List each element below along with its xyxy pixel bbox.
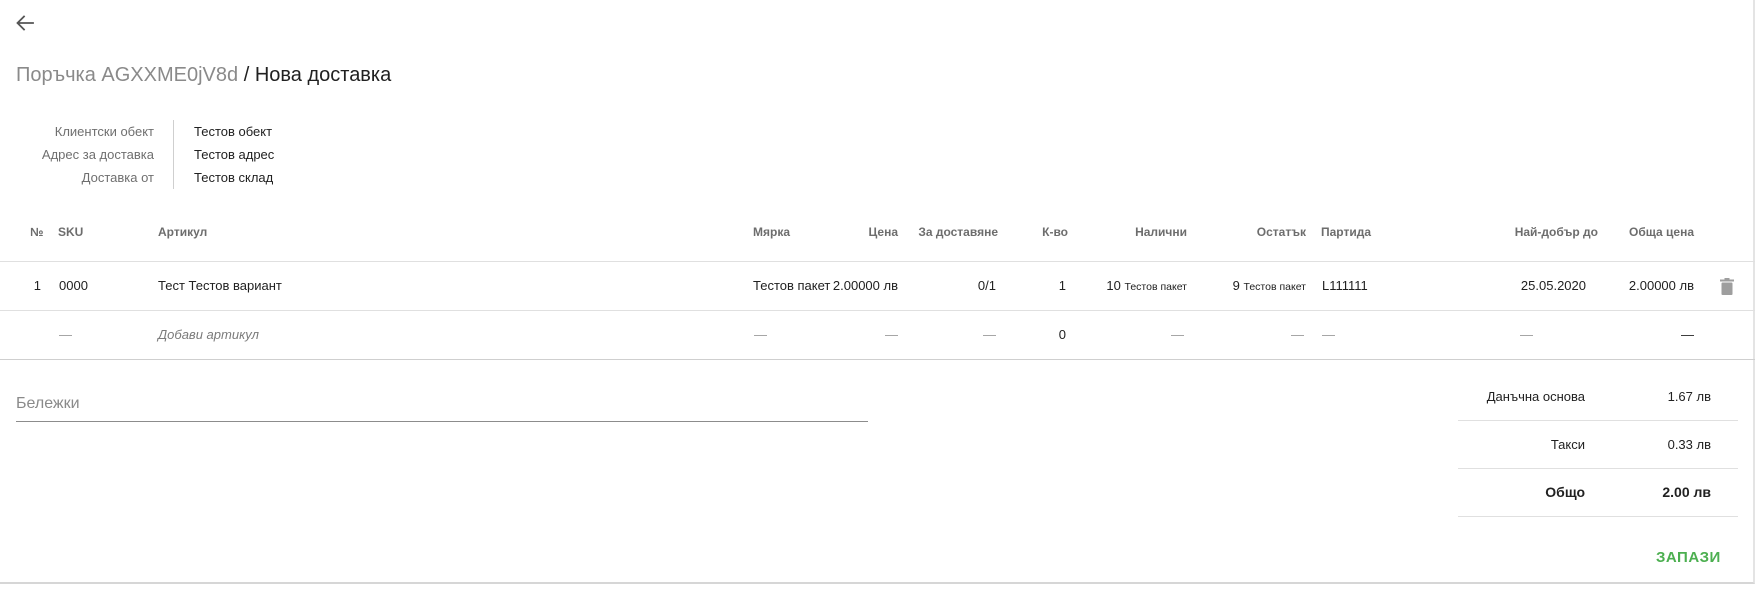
arrow-left-icon [16,15,34,31]
add-row-sku: — [59,327,72,342]
save-button[interactable]: ЗАПАЗИ [1656,549,1721,566]
remaining-number: 9 [1232,278,1240,293]
info-label: Доставка от [81,170,154,185]
add-row-price: — [885,327,898,342]
total-value: 2.00 лв [1662,484,1711,500]
add-article-row[interactable]: — Добави артикул — — — 0 — — — — — [0,311,1755,360]
col-header-available: Налични [1135,225,1187,239]
row-to-deliver: 0/1 [977,278,996,293]
row-available: 10 Тестов пакет [1080,262,1187,311]
row-total-price: 2.00000 лв [1628,278,1694,293]
page-title: Поръчка AGXXME0jV8d / Нова доставка [16,61,391,89]
table-row[interactable]: 1 0000 Тест Тестов вариант Тестов пакет … [0,262,1755,311]
back-button[interactable] [12,10,38,36]
delete-row-button[interactable] [1720,278,1734,295]
add-article-input[interactable]: Добави артикул [158,311,259,358]
totals-row-tax-base: Данъчна основа 1.67 лв [1458,373,1738,421]
trash-icon [1720,278,1734,295]
available-unit: Тестов пакет [1124,281,1187,293]
notes-placeholder: Бележки [16,395,80,412]
available-number: 10 [1106,278,1121,293]
info-value: Тестов склад [194,170,274,185]
add-row-batch: — [1322,327,1335,342]
add-row-to-deliver: — [983,327,996,342]
add-row-qty: 0 [1058,327,1066,342]
totals-row-total: Общо 2.00 лв [1458,469,1738,517]
row-price: 2.00000 лв [832,278,898,293]
info-value: Тестов обект [194,124,273,139]
col-header-batch: Партида [1321,225,1372,239]
info-label: Адрес за доставка [41,147,154,162]
title-separator: / [238,64,255,86]
col-header-remaining: Остатък [1256,225,1306,239]
info-divider [173,120,174,189]
delivery-page: Поръчка AGXXME0jV8d / Нова доставка Клие… [0,0,1755,584]
order-link[interactable]: Поръчка AGXXME0jV8d [16,64,238,86]
notes-field[interactable]: Бележки [16,391,868,422]
info-label: Клиентски обект [54,124,154,139]
tax-base-value: 1.67 лв [1667,389,1711,404]
remaining-unit: Тестов пакет [1243,281,1306,293]
col-header-unit: Мярка [753,225,791,239]
row-remaining: 9 Тестов пакет [1200,262,1306,311]
row-qty-input[interactable]: 1 [1010,262,1066,309]
col-header-num: № [30,225,44,239]
row-best-before[interactable]: 25.05.2020 [1480,262,1586,309]
taxes-label: Такси [1550,437,1585,452]
add-row-total-price: — [1681,327,1694,342]
col-header-price: Цена [868,225,898,239]
col-header-to-deliver: За доставяне [918,225,998,239]
row-sku: 0000 [59,278,88,293]
row-batch[interactable]: L111111 [1322,262,1368,309]
col-header-article: Артикул [158,225,208,239]
add-row-best-before: — [1520,327,1533,342]
col-header-total-price: Обща цена [1629,225,1694,239]
tax-base-label: Данъчна основа [1486,389,1585,404]
add-row-remaining: — [1291,327,1304,342]
row-article: Тест Тестов вариант [158,278,282,293]
taxes-value: 0.33 лв [1667,437,1711,452]
col-header-best-before: Най-добър до [1514,225,1598,239]
total-label: Общо [1545,484,1585,500]
totals-row-taxes: Такси 0.33 лв [1458,421,1738,469]
info-value: Тестов адрес [194,147,275,162]
col-header-sku: SKU [58,225,84,239]
add-row-available: — [1171,327,1184,342]
table-header: № SKU Артикул Мярка Цена За доставяне К-… [0,221,1755,262]
add-row-unit: — [754,327,767,342]
row-num: 1 [33,278,41,293]
col-header-qty: К-во [1042,225,1068,239]
totals-summary: Данъчна основа 1.67 лв Такси 0.33 лв Общ… [1458,373,1738,517]
title-main: Нова доставка [254,64,392,86]
